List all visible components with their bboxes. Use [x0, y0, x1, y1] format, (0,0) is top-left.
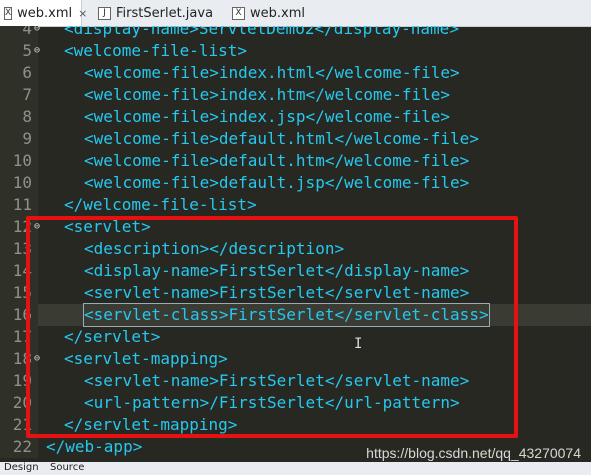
java-file-icon: J [98, 6, 111, 20]
code-line: 10 <welcome-file>default.jsp</welcome-fi… [0, 172, 591, 194]
line-number: 11 [0, 194, 38, 216]
editor-tab-bar: X web.xml × J FirstSerlet.java X web.xml [0, 0, 591, 27]
code-text: <welcome-file>index.jsp</welcome-file> [84, 107, 451, 126]
fold-icon[interactable]: ⊖ [34, 40, 40, 62]
tab-label: FirstSerlet.java [116, 5, 214, 21]
line-number: 4 [0, 26, 38, 40]
tab-firstserlet-java[interactable]: J FirstSerlet.java [94, 0, 224, 26]
code-text: <welcome-file>default.htm</welcome-file> [84, 151, 470, 170]
code-text: <welcome-file>default.html</welcome-file… [84, 129, 479, 148]
tab-label: web.xml [250, 5, 305, 21]
watermark: https://blog.csdn.net/qq_43270074 [366, 445, 581, 461]
line-number: 8 [0, 106, 38, 128]
code-text: <welcome-file>default.jsp</welcome-file> [84, 173, 470, 192]
code-text: </web-app> [46, 437, 143, 456]
line-number: 10 [0, 172, 38, 194]
code-text: <welcome-file-list> [64, 41, 248, 60]
code-text: <welcome-file>index.html</welcome-file> [84, 63, 460, 82]
code-text: </welcome-file-list> [64, 195, 257, 214]
tab-label: web.xml [17, 5, 73, 21]
line-number: 22 [0, 436, 38, 458]
tab-design[interactable]: Design [4, 462, 39, 473]
editor-bottom-tabs: Design Source [0, 462, 591, 475]
text-cursor-icon: I [354, 336, 363, 352]
code-line: 9 <welcome-file>default.html</welcome-fi… [0, 128, 591, 150]
code-line: 5 ⊖ <welcome-file-list> [0, 40, 591, 62]
tab-source[interactable]: Source [50, 462, 84, 473]
code-text: <display-name>ServletDemo2</display-name… [64, 26, 459, 38]
tab-web-xml-2[interactable]: X web.xml [228, 0, 318, 26]
line-number: 6 [0, 62, 38, 84]
code-line: 6 <welcome-file>index.html</welcome-file… [0, 62, 591, 84]
highlight-annotation-box [26, 216, 518, 438]
line-number: 9 [0, 128, 38, 150]
xml-file-icon: X [4, 6, 13, 20]
xml-file-icon: X [232, 6, 245, 20]
tab-web-xml-1[interactable]: X web.xml × [0, 0, 87, 26]
code-line: 8 <welcome-file>index.jsp</welcome-file> [0, 106, 591, 128]
line-number: 7 [0, 84, 38, 106]
fold-icon[interactable]: ⊖ [34, 26, 40, 40]
code-line: 11 </welcome-file-list> [0, 194, 591, 216]
code-text: <welcome-file>index.htm</welcome-file> [84, 85, 451, 104]
line-number: 5 [0, 40, 38, 62]
close-icon[interactable]: × [78, 7, 87, 20]
code-line: 4 ⊖ <display-name>ServletDemo2</display-… [0, 26, 591, 40]
code-line: 7 <welcome-file>index.htm</welcome-file> [0, 84, 591, 106]
code-line: 10 <welcome-file>default.htm</welcome-fi… [0, 150, 591, 172]
line-number: 10 [0, 150, 38, 172]
